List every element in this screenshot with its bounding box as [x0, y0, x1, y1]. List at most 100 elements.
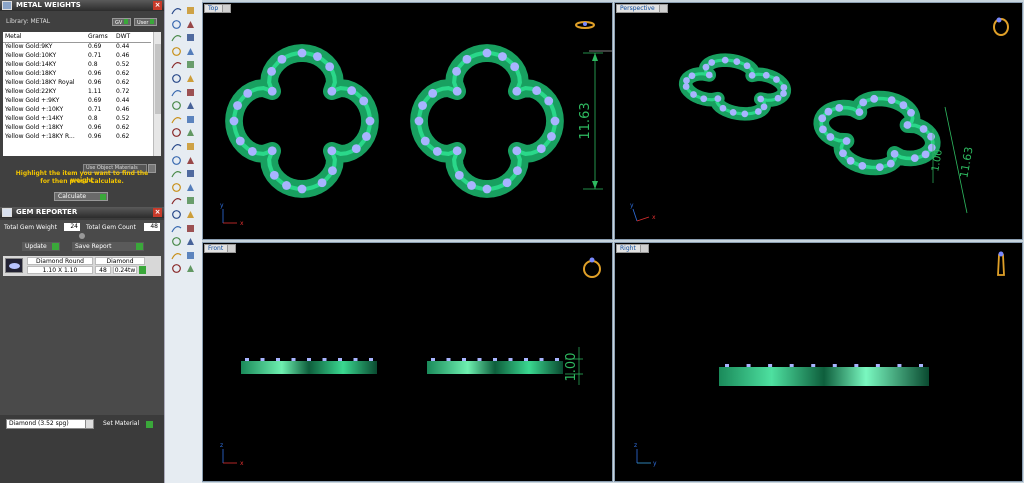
front-view-canvas[interactable]: 1.00 z x	[203, 243, 613, 482]
metal-table[interactable]: Metal Grams DWT Yellow Gold:9KY 0.69 0.44 Y…	[3, 32, 161, 156]
ellipse-icon[interactable]	[171, 46, 182, 57]
column-header-grams[interactable]: Grams	[86, 32, 114, 43]
chevron-down-icon[interactable]	[222, 5, 231, 12]
top-view-canvas[interactable]: 11.63 y x	[203, 3, 613, 240]
paint-icon[interactable]	[185, 263, 196, 274]
point-icon[interactable]	[185, 5, 196, 16]
viewport-perspective[interactable]: 1.00 11.63 y x Perspective	[614, 2, 1023, 240]
cell-dwt: 0.62	[116, 133, 130, 140]
table-row[interactable]: Yellow Gold:9KY 0.69 0.44	[3, 42, 151, 51]
gv-button[interactable]: GV	[112, 18, 132, 26]
update-button[interactable]: Update	[22, 242, 60, 251]
user-button[interactable]: User	[134, 18, 158, 26]
table-row[interactable]: Yellow Gold +:14KY 0.8 0.52	[3, 114, 151, 123]
pave-icon[interactable]	[171, 168, 182, 179]
fillet-icon[interactable]	[185, 59, 196, 70]
scroll-thumb[interactable]	[155, 44, 161, 114]
table-row[interactable]: Yellow Gold:22KY 1.11 0.72	[3, 87, 151, 96]
table-row[interactable]: Yellow Gold:18KY 0.96 0.62	[3, 69, 151, 78]
move-icon[interactable]	[185, 223, 196, 234]
head-icon[interactable]	[185, 182, 196, 193]
table-row[interactable]: Yellow Gold +:9KY 0.69 0.44	[3, 96, 151, 105]
gem-go-icon[interactable]	[139, 266, 146, 274]
viewport-right[interactable]: z y Right	[614, 242, 1023, 482]
gem-stone	[683, 77, 690, 84]
viewport-front[interactable]: 1.00 z x Front	[202, 242, 613, 482]
cylinder-icon[interactable]	[171, 127, 182, 138]
prong-icon[interactable]	[185, 155, 196, 166]
gem-list-empty-area	[3, 277, 161, 415]
layer-icon[interactable]	[171, 250, 182, 261]
column-header-dwt[interactable]: DWT	[114, 32, 151, 43]
box-icon[interactable]	[171, 114, 182, 125]
viewport-label-front[interactable]: Front	[204, 244, 237, 253]
perspective-view-canvas[interactable]: 1.00 11.63 y x	[615, 3, 1023, 240]
total-gem-weight-label: Total Gem Weight	[4, 224, 57, 231]
sweep-icon[interactable]	[185, 100, 196, 111]
gem-stone	[746, 364, 751, 367]
column-header-metal[interactable]: Metal	[3, 32, 86, 43]
array-icon[interactable]	[171, 209, 182, 220]
material-select[interactable]: Diamond (3.52 spg)	[6, 419, 94, 429]
mirror-icon[interactable]	[185, 195, 196, 206]
polyline-icon[interactable]	[185, 19, 196, 30]
gem-table-row[interactable]: Diamond Round Diamond 1.10 X 1.10 48 0.2…	[3, 256, 161, 276]
render-icon[interactable]	[185, 236, 196, 247]
table-row[interactable]: Yellow Gold:18KY Royal 0.96 0.62	[3, 78, 151, 87]
metal-table-scrollbar[interactable]	[153, 32, 161, 156]
save-report-button[interactable]: Save Report	[72, 242, 144, 251]
table-row[interactable]: Yellow Gold +:18KY 0.96 0.62	[3, 123, 151, 132]
extrude-icon[interactable]	[171, 100, 182, 111]
gem-tool-icon[interactable]	[171, 155, 182, 166]
trim-icon[interactable]	[171, 73, 182, 84]
gem-stone	[235, 136, 245, 146]
table-row[interactable]: Yellow Gold +:10KY 0.71 0.46	[3, 105, 151, 114]
calculate-go-icon	[100, 194, 106, 200]
arc-icon[interactable]	[185, 32, 196, 43]
gem-reporter-header: GEM REPORTER ×	[0, 207, 164, 218]
gem-reporter-icon	[2, 208, 12, 217]
table-row[interactable]: Yellow Gold:14KY 0.8 0.52	[3, 60, 151, 69]
table-row[interactable]: Yellow Gold +:18KY R... 0.96 0.62	[3, 132, 151, 141]
table-row[interactable]: Yellow Gold:10KY 0.71 0.46	[3, 51, 151, 60]
sphere-icon[interactable]	[185, 114, 196, 125]
circle-icon[interactable]	[171, 32, 182, 43]
check-icon[interactable]	[185, 250, 196, 261]
light-icon[interactable]	[171, 263, 182, 274]
chevron-down-icon[interactable]	[639, 245, 648, 252]
close-icon[interactable]: ×	[153, 208, 162, 217]
loft-icon[interactable]	[185, 87, 196, 98]
viewport-label-top[interactable]: Top	[204, 4, 232, 13]
right-view-canvas[interactable]: z y	[615, 243, 1023, 482]
viewport-label-right[interactable]: Right	[616, 244, 649, 253]
scale-icon[interactable]	[185, 209, 196, 220]
curve-icon[interactable]	[171, 19, 182, 30]
union-icon[interactable]	[171, 141, 182, 152]
text-icon[interactable]	[171, 195, 182, 206]
cell-grams: 0.71	[88, 106, 102, 113]
chevron-down-icon[interactable]	[658, 5, 667, 12]
shank-icon[interactable]	[171, 182, 182, 193]
calculate-button[interactable]: Calculate	[54, 192, 108, 201]
gem-stone	[351, 144, 361, 154]
total-gem-weight-value: 24	[64, 223, 80, 231]
set-material-button[interactable]: Set Material	[100, 419, 154, 429]
measure-icon[interactable]	[171, 236, 182, 247]
splitter-handle[interactable]	[79, 233, 85, 239]
cone-icon[interactable]	[185, 127, 196, 138]
viewport-top[interactable]: 11.63 y x Top	[202, 2, 613, 240]
revolve-icon[interactable]	[171, 87, 182, 98]
viewport-label-perspective[interactable]: Perspective	[616, 4, 668, 13]
offset-icon[interactable]	[185, 73, 196, 84]
polygon-icon[interactable]	[185, 46, 196, 57]
select-arrow-icon[interactable]	[171, 5, 182, 16]
close-icon[interactable]: ×	[153, 1, 162, 10]
subtract-icon[interactable]	[185, 141, 196, 152]
chevron-down-icon[interactable]	[227, 245, 236, 252]
modeling-toolbar	[164, 0, 202, 483]
rectangle-icon[interactable]	[171, 59, 182, 70]
chevron-down-icon[interactable]	[85, 420, 93, 428]
gem-stone	[536, 144, 546, 154]
bezel-icon[interactable]	[185, 168, 196, 179]
rotate-icon[interactable]	[171, 223, 182, 234]
